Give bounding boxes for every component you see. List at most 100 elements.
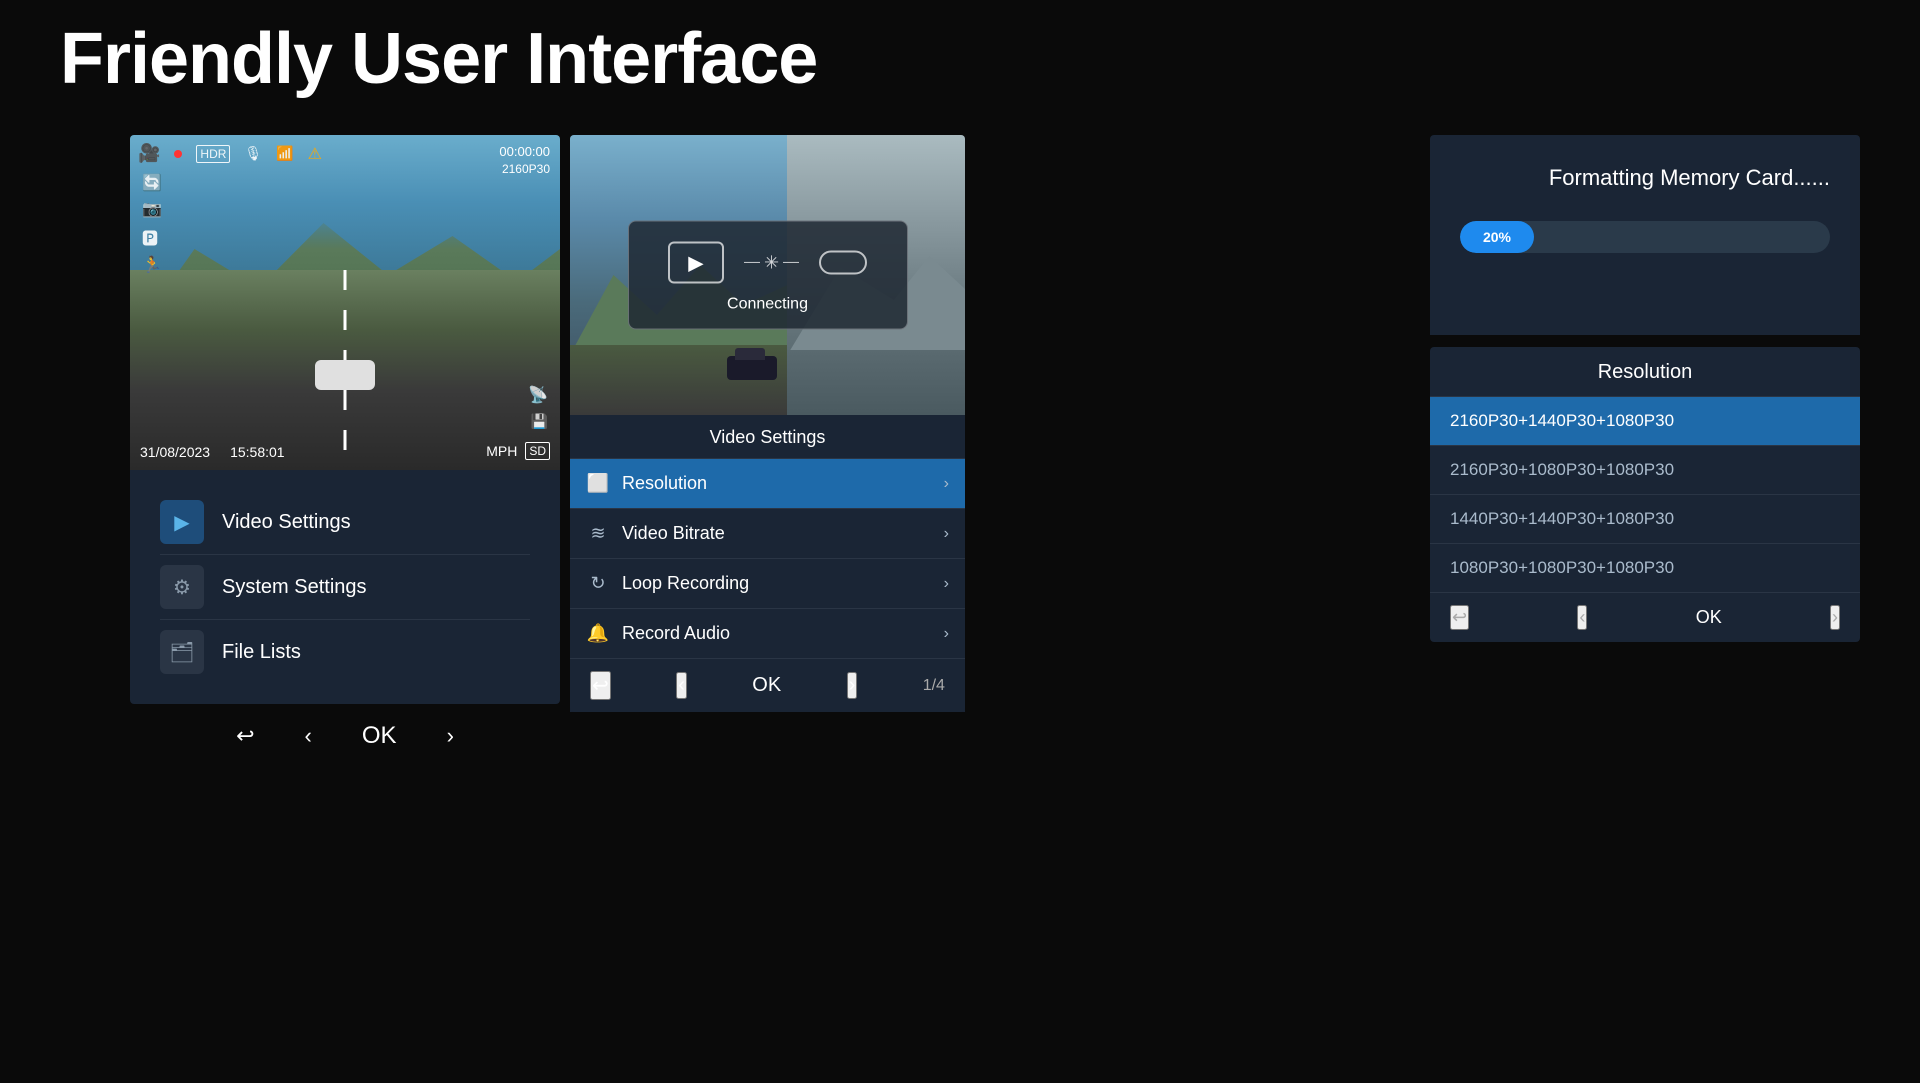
left-prev-button[interactable]: ‹ <box>305 723 312 749</box>
loop-recording-icon: ↻ <box>586 573 610 594</box>
menu-item-files[interactable]: 🗂 File Lists <box>160 620 530 684</box>
wifi-icon: 📶 <box>276 145 293 162</box>
record-dot <box>174 150 182 158</box>
video-settings-label: Video Settings <box>222 511 351 534</box>
left-next-button[interactable]: › <box>447 723 454 749</box>
left-bottom-nav: ↩ ‹ OK › <box>130 704 560 768</box>
vs-item-loop[interactable]: ↻ Loop Recording › <box>570 559 965 609</box>
video-settings-menu: Video Settings ⬜ Resolution › ≋ Video Bi… <box>570 415 965 712</box>
dashcam-top-icons: 🎥 HDR 🎙 📶 ⚠ <box>138 143 322 164</box>
file-lists-label: File Lists <box>222 641 301 664</box>
resolution-label: Resolution <box>622 473 932 494</box>
loop-arrow: › <box>944 575 949 593</box>
resolution-arrow: › <box>944 475 949 493</box>
right-back-button[interactable]: ↩ <box>1450 605 1469 630</box>
left-ok-label: OK <box>362 722 397 750</box>
format-screen: Formatting Memory Card...... 20% <box>1430 135 1860 335</box>
audio-arrow: › <box>944 625 949 643</box>
res-item-2[interactable]: 2160P30+1080P30+1080P30 <box>1430 446 1860 495</box>
resolution-panel-title: Resolution <box>1430 347 1860 397</box>
conn-dot-2: — <box>783 254 799 272</box>
center-bottom-nav: ↩ ‹ OK › 1/4 <box>570 659 965 712</box>
speedometer-icon: SD <box>525 442 550 460</box>
record-audio-label: Record Audio <box>622 623 932 644</box>
record-audio-icon: 🔔 <box>586 623 610 644</box>
photo-icon: 📷 <box>142 199 162 219</box>
dashcam-conn-icon: ▶ <box>688 250 703 275</box>
file-lists-icon-box: 🗂 <box>160 630 204 674</box>
vs-item-resolution[interactable]: ⬜ Resolution › <box>570 459 965 509</box>
right-next-button[interactable]: › <box>1830 605 1840 630</box>
warning-icon: ⚠ <box>308 144 322 164</box>
format-progress-text: 20% <box>1483 229 1511 245</box>
center-next-button[interactable]: › <box>847 672 858 699</box>
res-item-1[interactable]: 2160P30+1440P30+1080P30 <box>1430 397 1860 446</box>
bitrate-icon: ≋ <box>586 523 610 544</box>
res-item-4[interactable]: 1080P30+1080P30+1080P30 <box>1430 544 1860 593</box>
dashcam-screen: 🎥 HDR 🎙 📶 ⚠ 🔄 📷 🅿 🏃 📡 💾 00:0 <box>130 135 560 470</box>
conn-asterisk-icon: ✳ <box>764 252 779 273</box>
person-icon: 🏃 <box>142 255 162 275</box>
connecting-line: — ✳ — <box>744 252 799 273</box>
left-panel: 🎥 HDR 🎙 📶 ⚠ 🔄 📷 🅿 🏃 📡 💾 00:0 <box>130 135 560 768</box>
dashcam-time: 15:58:01 <box>230 444 285 460</box>
conn-car <box>727 356 777 380</box>
dashcam-left-icons: 🔄 📷 🅿 🏃 <box>142 173 162 275</box>
dashcam-datetime: 31/08/2023 15:58:01 <box>140 444 285 460</box>
page-title: Friendly User Interface <box>60 18 817 100</box>
dashcam-speed: MPH SD <box>486 442 550 460</box>
conn-dot-1: — <box>744 254 760 272</box>
bitrate-label: Video Bitrate <box>622 523 932 544</box>
gps-icon: 📡 <box>528 385 548 405</box>
menu-item-video[interactable]: ▶ Video Settings <box>160 490 530 555</box>
timestamp-value: 00:00:00 <box>499 143 550 161</box>
format-progress-bar: 20% <box>1460 221 1830 253</box>
resolution-value: 2160P30 <box>499 161 550 178</box>
video-icon: ▶ <box>174 510 189 535</box>
conn-road-right <box>787 350 965 415</box>
right-bottom-nav: ↩ ‹ OK › <box>1430 593 1860 642</box>
connecting-text: Connecting <box>727 296 808 314</box>
right-ok-label: OK <box>1696 607 1722 628</box>
device-phone-icon <box>819 251 867 275</box>
video-settings-title: Video Settings <box>570 415 965 459</box>
resolution-icon: ⬜ <box>586 473 610 494</box>
right-prev-button[interactable]: ‹ <box>1577 605 1587 630</box>
center-panel: ▶ — ✳ — Connecting Video Settings ⬜ Reso… <box>570 135 965 712</box>
center-ok-label: OK <box>752 674 781 697</box>
format-progress-fill: 20% <box>1460 221 1534 253</box>
res-item-3[interactable]: 1440P30+1440P30+1080P30 <box>1430 495 1860 544</box>
gear-icon: ⚙ <box>173 575 191 600</box>
loop-recording-label: Loop Recording <box>622 573 932 594</box>
format-title: Formatting Memory Card...... <box>1460 165 1830 191</box>
left-back-button[interactable]: ↩ <box>236 723 254 749</box>
vs-item-audio[interactable]: 🔔 Record Audio › <box>570 609 965 659</box>
camera-icon: 🎥 <box>138 143 160 164</box>
video-settings-icon-box: ▶ <box>160 500 204 544</box>
resolution-panel: Resolution 2160P30+1440P30+1080P30 2160P… <box>1430 347 1860 642</box>
folder-icon: 🗂 <box>169 640 194 665</box>
left-menu: ▶ Video Settings ⚙ System Settings 🗂 Fil… <box>130 470 560 704</box>
center-prev-button[interactable]: ‹ <box>676 672 687 699</box>
system-settings-label: System Settings <box>222 576 367 599</box>
bitrate-arrow: › <box>944 525 949 543</box>
dashcam-overlay: 🎥 HDR 🎙 📶 ⚠ 🔄 📷 🅿 🏃 📡 💾 00:0 <box>130 135 560 470</box>
mic-icon: 🎙 <box>244 145 262 162</box>
dashcam-bottom-info: 31/08/2023 15:58:01 MPH SD <box>140 442 550 460</box>
menu-item-system[interactable]: ⚙ System Settings <box>160 555 530 620</box>
dashcam-date: 31/08/2023 <box>140 444 210 460</box>
dashcam-right-icons: 📡 💾 <box>528 385 548 430</box>
page-indicator: 1/4 <box>923 677 945 695</box>
connecting-dialog: ▶ — ✳ — Connecting <box>628 221 908 330</box>
speed-unit: MPH <box>486 443 517 459</box>
loop-icon: 🔄 <box>142 173 162 193</box>
hdr-icon: HDR <box>196 145 230 163</box>
vs-item-bitrate[interactable]: ≋ Video Bitrate › <box>570 509 965 559</box>
connecting-screen: ▶ — ✳ — Connecting <box>570 135 965 415</box>
device-dashcam-icon: ▶ <box>668 242 724 284</box>
system-settings-icon-box: ⚙ <box>160 565 204 609</box>
center-back-button[interactable]: ↩ <box>590 671 611 700</box>
right-panel: Formatting Memory Card...... 20% Resolut… <box>1430 135 1860 642</box>
dashcam-timestamp: 00:00:00 2160P30 <box>499 143 550 178</box>
connecting-devices: ▶ — ✳ — <box>668 242 867 284</box>
